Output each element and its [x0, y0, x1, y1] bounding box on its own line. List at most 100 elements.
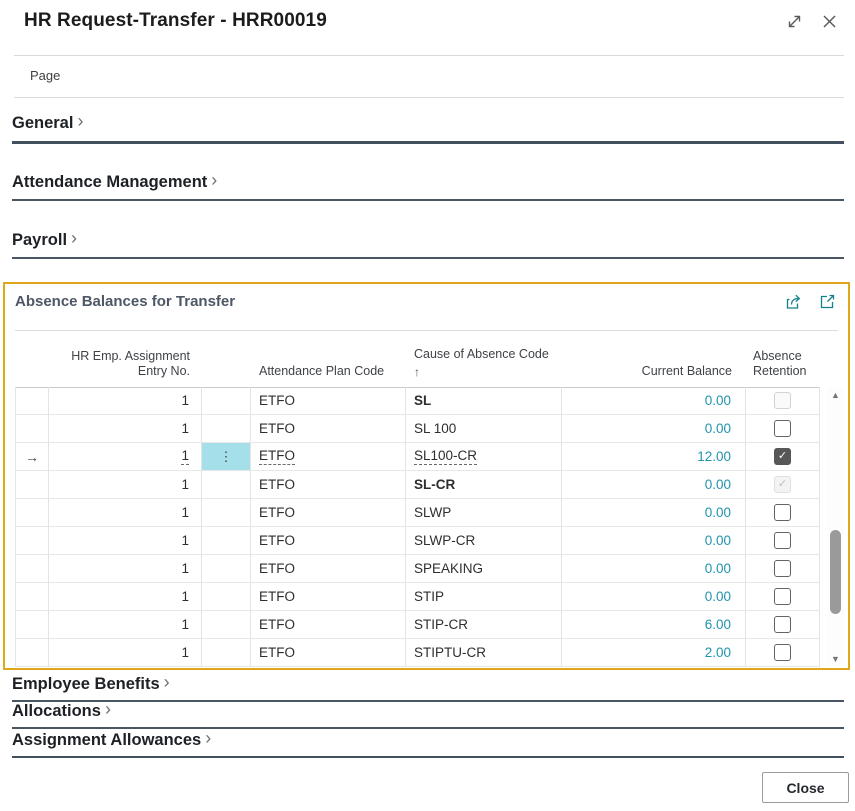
retention-checkbox[interactable] — [774, 504, 791, 521]
cell-absence-retention[interactable] — [746, 583, 820, 610]
row-selector-cell[interactable] — [15, 387, 49, 414]
cell-entry-no[interactable]: 1 — [49, 583, 202, 610]
row-selector-cell[interactable]: → — [15, 443, 49, 470]
cell-plan-code[interactable]: ETFO — [251, 611, 406, 638]
cell-cause-code[interactable]: SL 100 — [406, 415, 562, 442]
section-payroll[interactable]: Payroll› — [12, 229, 844, 259]
cell-entry-no[interactable]: 1 — [49, 611, 202, 638]
cell-absence-retention[interactable] — [746, 499, 820, 526]
column-header-entry-no[interactable]: HR Emp. Assignment Entry No. — [49, 331, 202, 387]
cell-entry-no[interactable]: 1 — [49, 499, 202, 526]
row-selector-cell[interactable] — [15, 415, 49, 442]
cell-row-menu[interactable] — [202, 555, 251, 582]
cell-row-menu[interactable] — [202, 415, 251, 442]
cell-row-menu[interactable]: ⋮ — [202, 443, 251, 470]
retention-checkbox[interactable] — [774, 420, 791, 437]
section-general[interactable]: General› — [12, 112, 844, 144]
vertical-scrollbar[interactable]: ▲ ▼ — [827, 388, 844, 666]
cell-entry-no[interactable]: 1 — [49, 443, 202, 470]
retention-checkbox[interactable] — [774, 588, 791, 605]
cell-absence-retention[interactable] — [746, 415, 820, 442]
cell-absence-retention[interactable] — [746, 611, 820, 638]
column-header-current-balance[interactable]: Current Balance — [562, 331, 746, 387]
scroll-down-icon[interactable]: ▼ — [827, 652, 844, 666]
cell-plan-code[interactable]: ETFO — [251, 415, 406, 442]
cell-entry-no[interactable]: 1 — [49, 387, 202, 414]
close-dialog-icon[interactable] — [820, 12, 839, 31]
row-selector-cell[interactable] — [15, 639, 49, 666]
cell-entry-no[interactable]: 1 — [49, 555, 202, 582]
cell-row-menu[interactable] — [202, 611, 251, 638]
cell-row-menu[interactable] — [202, 527, 251, 554]
cell-plan-code[interactable]: ETFO — [251, 471, 406, 498]
close-button[interactable]: Close — [762, 772, 849, 803]
cell-cause-code[interactable]: STIP-CR — [406, 611, 562, 638]
cell-plan-code[interactable]: ETFO — [251, 555, 406, 582]
cell-current-balance[interactable]: 0.00 — [562, 415, 746, 442]
retention-checkbox[interactable] — [774, 532, 791, 549]
section-employee-benefits[interactable]: Employee Benefits› — [12, 673, 844, 702]
resize-dialog-icon[interactable] — [785, 12, 804, 31]
retention-checkbox[interactable] — [774, 448, 791, 465]
section-attendance-management[interactable]: Attendance Management› — [12, 171, 844, 201]
cell-cause-code[interactable]: SLWP-CR — [406, 527, 562, 554]
cell-row-menu[interactable] — [202, 499, 251, 526]
cell-plan-code[interactable]: ETFO — [251, 527, 406, 554]
cell-cause-code[interactable]: STIP — [406, 583, 562, 610]
row-selector-cell[interactable] — [15, 611, 49, 638]
scroll-up-icon[interactable]: ▲ — [827, 388, 844, 402]
retention-checkbox[interactable] — [774, 616, 791, 633]
cell-absence-retention[interactable] — [746, 443, 820, 470]
cell-current-balance[interactable]: 0.00 — [562, 387, 746, 414]
cell-current-balance[interactable]: 2.00 — [562, 639, 746, 666]
chevron-right-icon: › — [211, 170, 217, 190]
cell-cause-code[interactable]: STIPTU-CR — [406, 639, 562, 666]
scrollbar-thumb[interactable] — [830, 530, 841, 614]
cell-row-menu[interactable] — [202, 583, 251, 610]
cell-absence-retention[interactable] — [746, 639, 820, 666]
cell-plan-code[interactable]: ETFO — [251, 443, 406, 470]
cell-row-menu[interactable] — [202, 387, 251, 414]
retention-checkbox[interactable] — [774, 560, 791, 577]
cell-current-balance[interactable]: 0.00 — [562, 527, 746, 554]
open-in-new-window-icon[interactable] — [819, 293, 836, 310]
cell-entry-no[interactable]: 1 — [49, 471, 202, 498]
cell-absence-retention[interactable] — [746, 527, 820, 554]
cell-entry-no[interactable]: 1 — [49, 639, 202, 666]
cell-cause-code[interactable]: SLWP — [406, 499, 562, 526]
cell-current-balance[interactable]: 0.00 — [562, 499, 746, 526]
row-selector-cell[interactable] — [15, 499, 49, 526]
share-icon[interactable] — [785, 293, 803, 310]
cell-current-balance[interactable]: 0.00 — [562, 583, 746, 610]
cell-absence-retention[interactable] — [746, 471, 820, 498]
cell-row-menu[interactable] — [202, 639, 251, 666]
section-allocations[interactable]: Allocations› — [12, 700, 844, 729]
cell-absence-retention[interactable] — [746, 555, 820, 582]
menu-page[interactable]: Page — [30, 68, 60, 83]
column-header-absence-retention[interactable]: Absence Retention — [746, 331, 820, 387]
column-header-cause-code[interactable]: Cause of Absence Code↑ — [406, 331, 562, 387]
cell-cause-code[interactable]: SL-CR — [406, 471, 562, 498]
row-selector-cell[interactable] — [15, 471, 49, 498]
column-header-plan-code[interactable]: Attendance Plan Code — [251, 331, 406, 387]
cell-current-balance[interactable]: 0.00 — [562, 555, 746, 582]
retention-checkbox[interactable] — [774, 644, 791, 661]
cell-entry-no[interactable]: 1 — [49, 527, 202, 554]
cell-absence-retention[interactable] — [746, 387, 820, 414]
cell-cause-code[interactable]: SPEAKING — [406, 555, 562, 582]
row-selector-cell[interactable] — [15, 527, 49, 554]
section-assignment-allowances[interactable]: Assignment Allowances› — [12, 729, 844, 758]
cell-current-balance[interactable]: 6.00 — [562, 611, 746, 638]
cell-cause-code[interactable]: SL100-CR — [406, 443, 562, 470]
cell-current-balance[interactable]: 12.00 — [562, 443, 746, 470]
cell-plan-code[interactable]: ETFO — [251, 499, 406, 526]
cell-plan-code[interactable]: ETFO — [251, 639, 406, 666]
row-selector-cell[interactable] — [15, 555, 49, 582]
cell-row-menu[interactable] — [202, 471, 251, 498]
row-selector-cell[interactable] — [15, 583, 49, 610]
cell-entry-no[interactable]: 1 — [49, 415, 202, 442]
cell-cause-code[interactable]: SL — [406, 387, 562, 414]
cell-plan-code[interactable]: ETFO — [251, 583, 406, 610]
cell-current-balance[interactable]: 0.00 — [562, 471, 746, 498]
cell-plan-code[interactable]: ETFO — [251, 387, 406, 414]
